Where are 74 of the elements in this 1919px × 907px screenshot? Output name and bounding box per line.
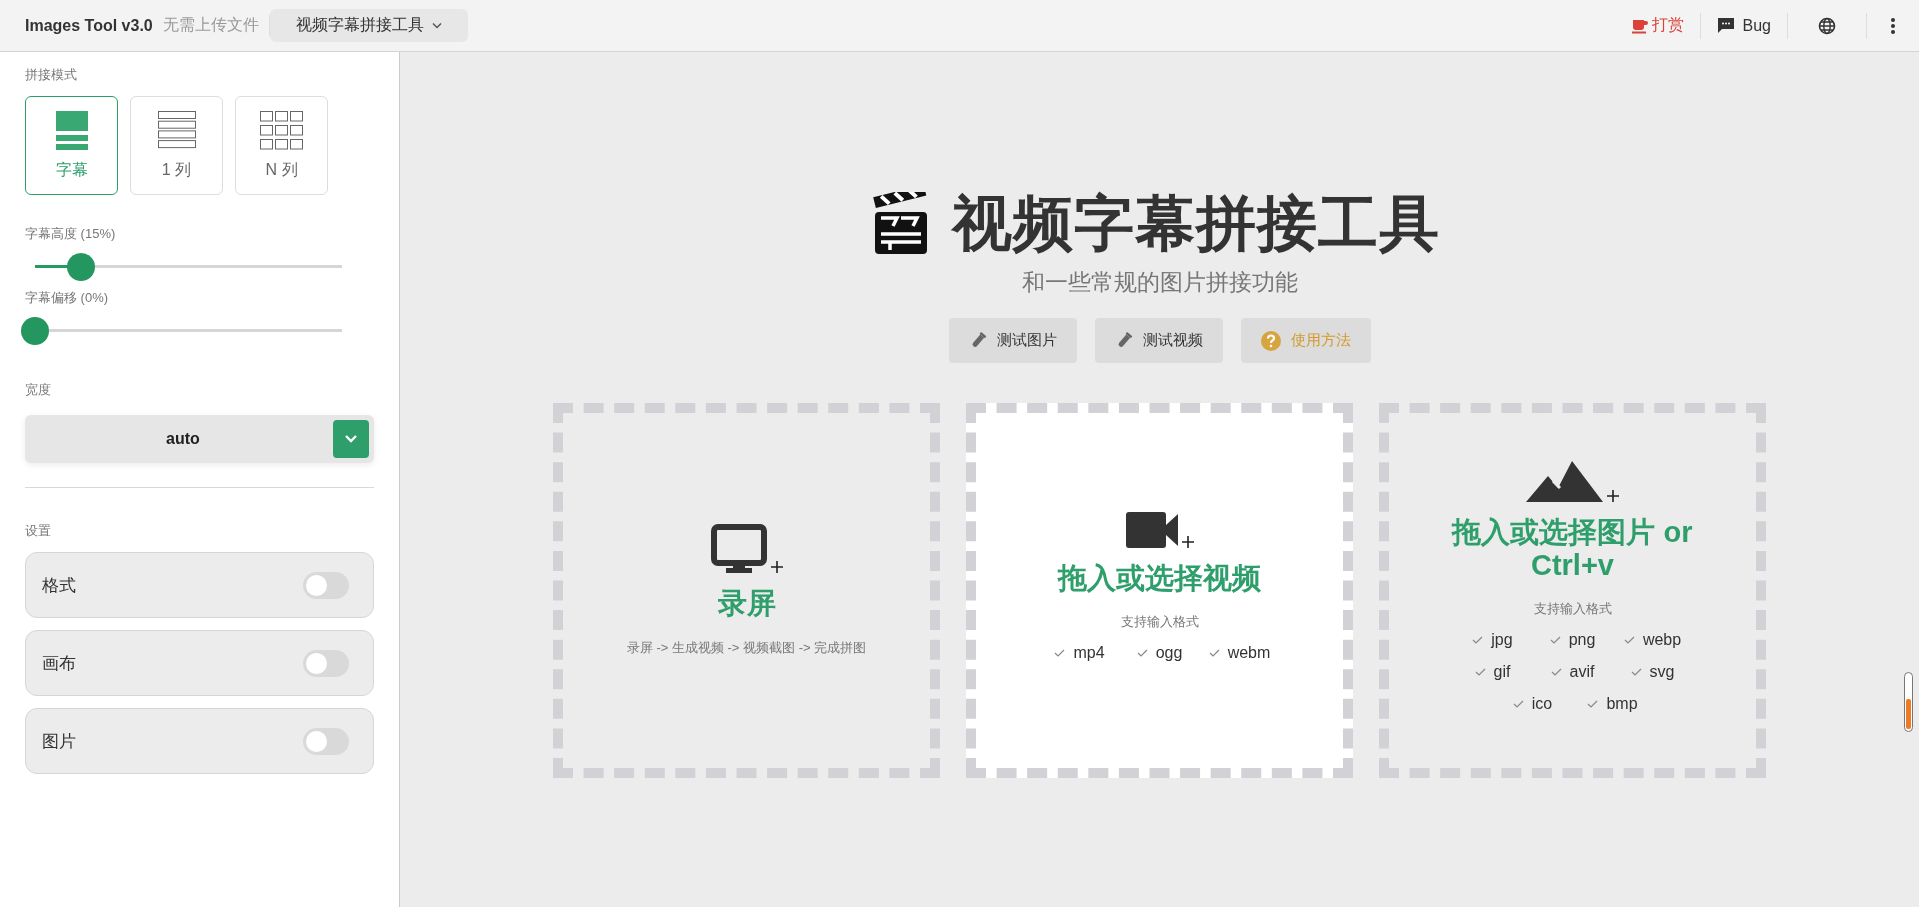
- setting-label: 格式: [42, 574, 77, 597]
- check-icon: [1512, 700, 1524, 709]
- format-name: ico: [1531, 695, 1553, 714]
- check-icon: [1136, 649, 1148, 658]
- check-icon: [1623, 636, 1635, 645]
- toggle-switch[interactable]: [303, 649, 349, 677]
- drop-zone[interactable]: 拖入或选择视频 支持输入格式 mp4 ogg webm: [966, 403, 1353, 778]
- check-icon: [1472, 636, 1484, 645]
- slider-thumb[interactable]: [67, 253, 96, 281]
- check-icon: [1474, 668, 1486, 677]
- cup-icon: [1631, 17, 1649, 34]
- format-name: svg: [1649, 663, 1675, 682]
- check-icon: [1630, 668, 1642, 677]
- setting-label: 画布: [42, 652, 77, 675]
- check-icon: [1587, 700, 1599, 709]
- tool-menu[interactable]: 视频字幕拼接工具: [269, 9, 468, 42]
- format-name: webm: [1227, 644, 1271, 663]
- check-icon: [1208, 649, 1220, 658]
- format-name: ogg: [1155, 644, 1183, 663]
- tagline: 无需上传文件: [162, 15, 270, 36]
- question-icon: [1260, 330, 1281, 351]
- format-name: gif: [1493, 663, 1511, 682]
- test-sample-button[interactable]: 测试视频: [1094, 318, 1223, 363]
- page-title: 视频字幕拼接工具: [951, 189, 1440, 259]
- drop-zone-title: 拖入或选择图片 or Ctrl+v: [1450, 515, 1694, 583]
- width-dropdown[interactable]: auto: [25, 415, 374, 463]
- donate-button[interactable]: 打赏: [1631, 11, 1684, 40]
- format-name: png: [1568, 631, 1596, 650]
- drop-zone[interactable]: 拖入或选择图片 or Ctrl+v 支持输入格式 jpg png webp gif avif svg ico bmp: [1379, 403, 1766, 778]
- format-name: jpg: [1491, 631, 1513, 650]
- plus-icon: [1607, 489, 1619, 502]
- format-name: mp4: [1073, 644, 1105, 663]
- drop-zone-title: 拖入或选择视频: [1058, 561, 1261, 596]
- formats-label: 支持输入格式: [1120, 613, 1199, 632]
- rows-layout-icon: [157, 110, 196, 150]
- format-name: bmp: [1606, 695, 1638, 714]
- message-icon: [1716, 17, 1735, 34]
- section-label: 设置: [25, 522, 52, 540]
- globe-icon: [1818, 16, 1836, 35]
- formats-label: 支持输入格式: [1533, 600, 1612, 619]
- plus-icon: [1181, 535, 1194, 548]
- drop-zone-title: 录屏: [717, 587, 776, 621]
- kebab-menu-icon: [1891, 17, 1895, 34]
- setting-label: 图片: [42, 730, 77, 753]
- section-label: 拼接模式: [25, 66, 78, 84]
- scroll-indicator: [1904, 672, 1913, 732]
- format-name: webp: [1642, 631, 1682, 650]
- drop-zone-description: 录屏 -> 生成视频 -> 视频截图 -> 完成拼图: [626, 638, 867, 657]
- mode-option[interactable]: N 列: [235, 96, 328, 195]
- monitor-icon: [710, 524, 767, 574]
- bug-report-button[interactable]: Bug: [1716, 12, 1771, 39]
- plus-icon: [770, 561, 783, 574]
- check-icon: [1054, 649, 1066, 658]
- grid-layout-icon: [259, 110, 304, 150]
- format-name: avif: [1569, 663, 1595, 682]
- check-icon: [1549, 636, 1561, 645]
- mode-option[interactable]: 1 列: [130, 96, 223, 195]
- slider-label: 字幕偏移 (0%): [25, 289, 110, 307]
- toggle-switch[interactable]: [303, 727, 349, 755]
- slider-label: 字幕高度 (15%): [25, 225, 117, 243]
- check-icon: [1550, 668, 1562, 677]
- mode-option[interactable]: 字幕: [25, 96, 118, 195]
- page-subtitle: 和一些常规的图片拼接功能: [1021, 268, 1298, 297]
- caret-icon: [431, 22, 442, 29]
- slider-thumb[interactable]: [21, 317, 49, 345]
- toggle-switch[interactable]: [303, 571, 349, 599]
- app-title: Images Tool v3.0: [25, 16, 153, 35]
- drop-zone[interactable]: 录屏 录屏 -> 生成视频 -> 视频截图 -> 完成拼图: [553, 403, 940, 778]
- section-label: 宽度: [25, 381, 52, 399]
- subtitle-layout-icon: [55, 110, 88, 150]
- chevron-down-icon: [345, 435, 357, 443]
- test-sample-button[interactable]: 测试图片: [948, 318, 1077, 363]
- mountain-icon: [1526, 460, 1603, 502]
- video-camera-icon: [1125, 511, 1178, 548]
